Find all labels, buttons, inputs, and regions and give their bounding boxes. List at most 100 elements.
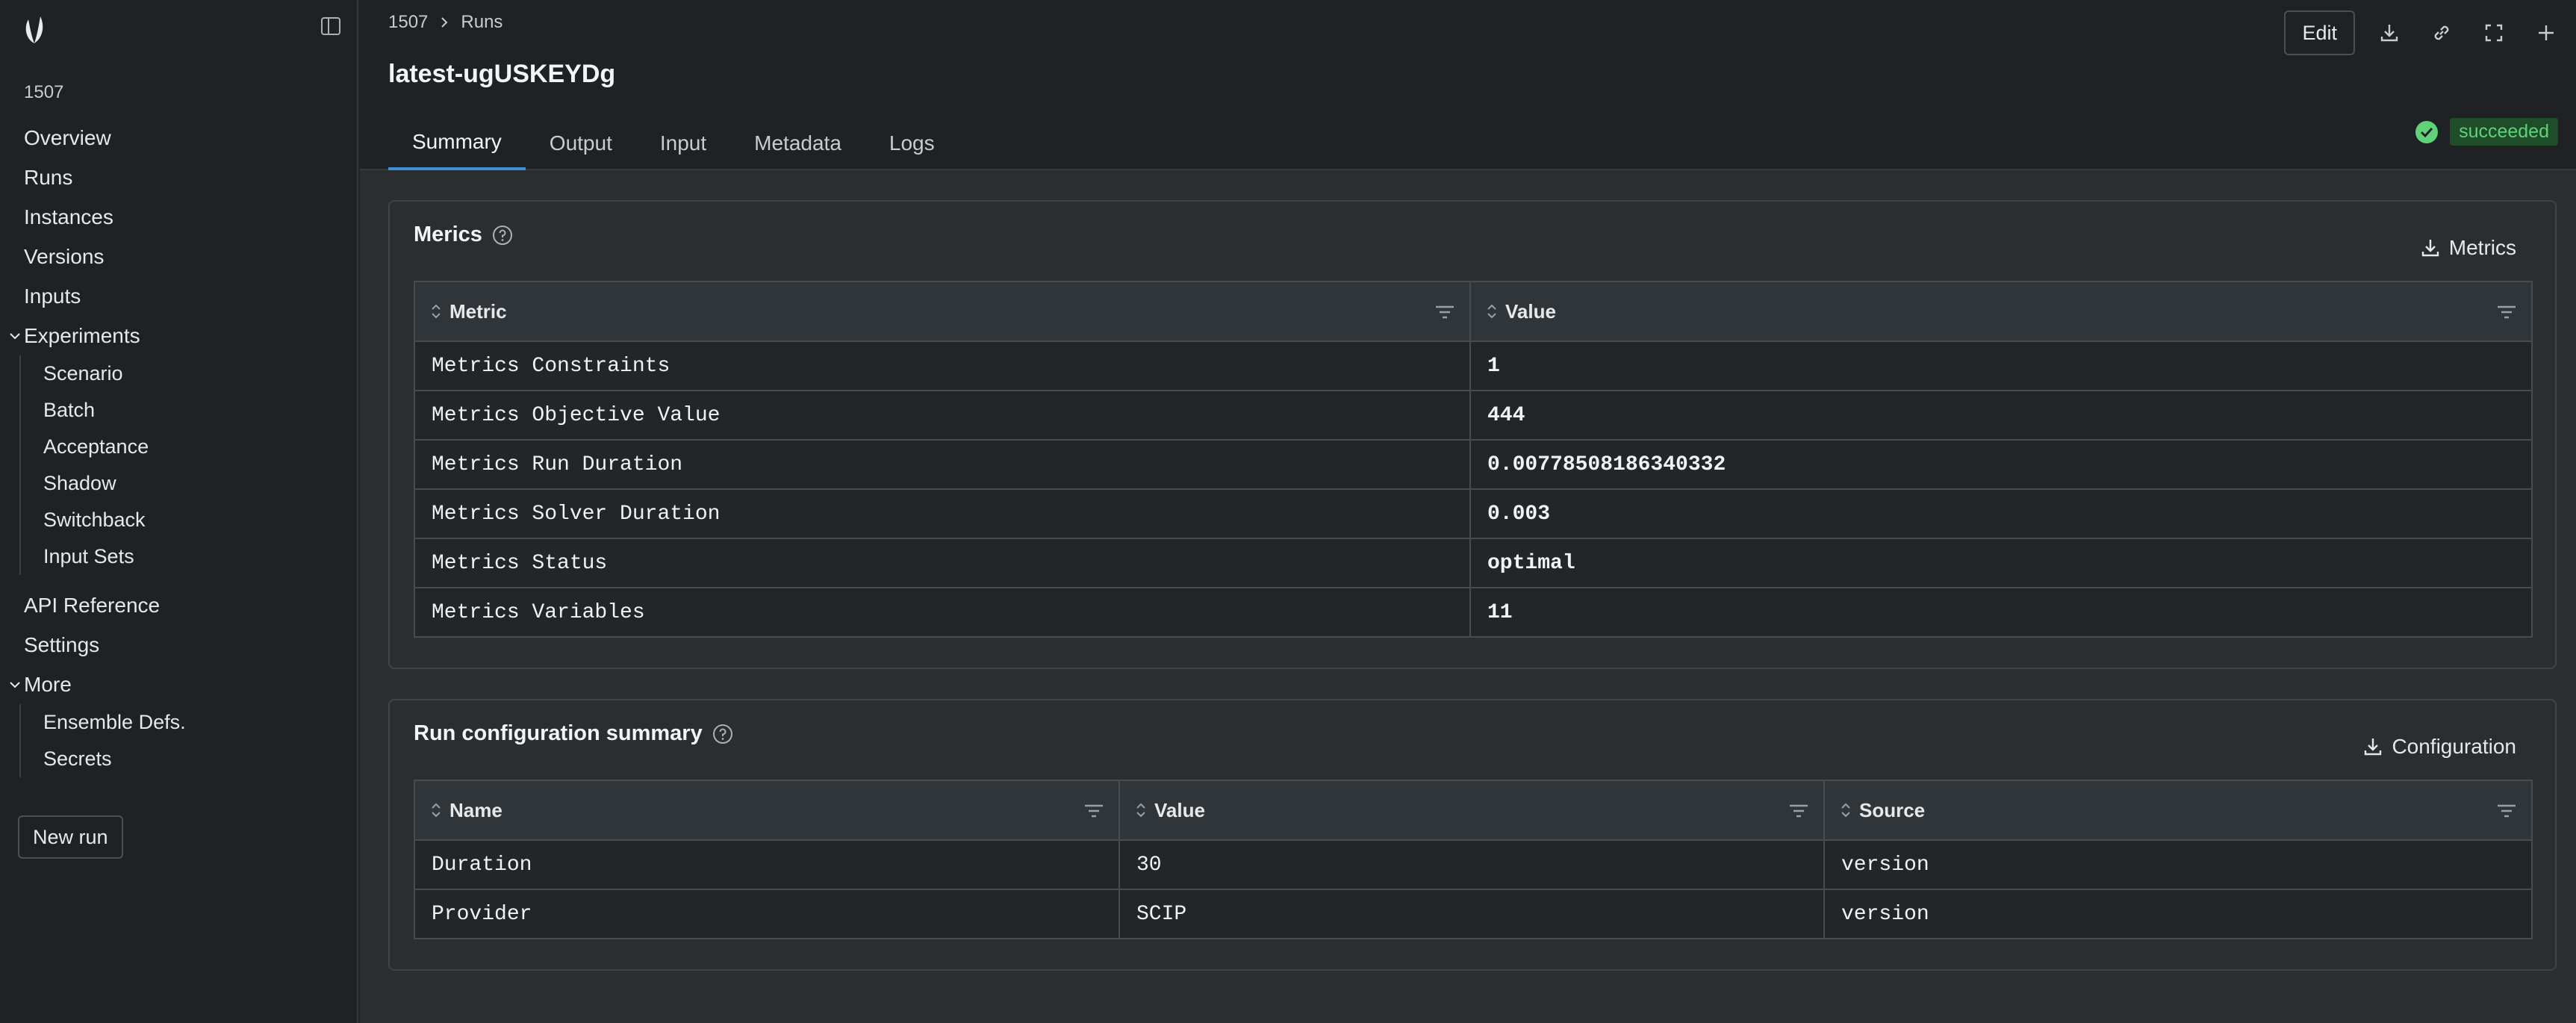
sidebar-item-input-sets[interactable]: Input Sets xyxy=(21,538,357,575)
sidebar-item-instances[interactable]: Instances xyxy=(0,197,357,237)
table-header-row: Name Value Source xyxy=(414,780,2533,841)
metric-value: optimal xyxy=(1469,538,2533,588)
column-header-value[interactable]: Value xyxy=(1469,281,2533,342)
chevron-down-icon xyxy=(10,332,20,339)
column-header-source[interactable]: Source xyxy=(1823,780,2533,841)
metric-name: Metrics Solver Duration xyxy=(414,488,1471,539)
help-icon[interactable] xyxy=(491,224,514,246)
header-actions: Edit xyxy=(2284,10,2564,55)
page-title: latest-ugUSKEYDg xyxy=(388,60,616,88)
table-row: Metrics Objective Value 444 xyxy=(414,390,2533,441)
sidebar-item-acceptance[interactable]: Acceptance xyxy=(21,429,357,465)
metrics-table: Metric Value Metrics Constraints 1 Metric… xyxy=(414,281,2533,638)
sidebar-item-runs[interactable]: Runs xyxy=(0,158,357,197)
metrics-title: Merics xyxy=(414,223,514,247)
sidebar-item-switchback[interactable]: Switchback xyxy=(21,502,357,538)
tab-logs[interactable]: Logs xyxy=(865,116,959,170)
breadcrumb-project[interactable]: 1507 xyxy=(388,12,428,33)
sidebar-item-scenario[interactable]: Scenario xyxy=(21,355,357,392)
column-label: Name xyxy=(449,798,503,821)
sidebar-item-overview[interactable]: Overview xyxy=(0,118,357,158)
main-content: 1507 Runs latest-ugUSKEYDg Summary Outpu… xyxy=(360,0,2576,1023)
new-run-button[interactable]: New run xyxy=(18,815,123,859)
metric-value: 444 xyxy=(1469,390,2533,441)
column-header-value[interactable]: Value xyxy=(1119,780,1825,841)
help-icon[interactable] xyxy=(712,723,734,745)
table-row: Metrics Run Duration 0.00778508186340332 xyxy=(414,439,2533,490)
config-source: version xyxy=(1823,889,2533,939)
download-configuration-button[interactable]: Configuration xyxy=(2362,735,2516,759)
table-row: Provider SCIP version xyxy=(414,889,2533,939)
sort-icon xyxy=(1487,304,1496,319)
download-icon[interactable] xyxy=(2371,15,2407,51)
metrics-panel: Merics Metrics Metric Value Metrics Cons… xyxy=(388,200,2557,669)
config-value: 30 xyxy=(1119,839,1825,890)
download-metrics-button[interactable]: Metrics xyxy=(2419,236,2516,260)
config-source: version xyxy=(1823,839,2533,890)
sort-icon xyxy=(1136,803,1145,818)
metric-name: Metrics Status xyxy=(414,538,1471,588)
sidebar-item-versions[interactable]: Versions xyxy=(0,237,357,276)
sidebar-group-label: Experiments xyxy=(24,323,140,347)
sidebar-submenu-more: Ensemble Defs. Secrets xyxy=(19,704,357,777)
metric-name: Metrics Constraints xyxy=(414,341,1471,391)
column-label: Value xyxy=(1154,798,1205,821)
filter-icon[interactable] xyxy=(2495,303,2518,321)
table-header-row: Metric Value xyxy=(414,281,2533,342)
metric-value: 11 xyxy=(1469,587,2533,638)
tab-bar: Summary Output Input Metadata Logs xyxy=(388,116,959,170)
metric-value: 0.00778508186340332 xyxy=(1469,439,2533,490)
table-row: Metrics Status optimal xyxy=(414,538,2533,588)
status-badge: succeeded xyxy=(2450,118,2558,146)
config-name: Provider xyxy=(414,889,1120,939)
sidebar-item-secrets[interactable]: Secrets xyxy=(21,741,357,777)
metric-name: Metrics Objective Value xyxy=(414,390,1471,441)
metric-value: 1 xyxy=(1469,341,2533,391)
download-icon xyxy=(2365,739,2382,756)
sidebar-group-more[interactable]: More xyxy=(0,665,357,704)
sidebar-collapse-icon[interactable] xyxy=(320,15,342,37)
column-label: Source xyxy=(1859,798,1926,821)
link-icon[interactable] xyxy=(2424,15,2460,51)
table-row: Duration 30 version xyxy=(414,839,2533,890)
sidebar-item-settings[interactable]: Settings xyxy=(0,625,357,665)
config-title: Run configuration summary xyxy=(414,721,734,746)
chevron-down-icon xyxy=(10,681,20,688)
filter-icon[interactable] xyxy=(1788,802,1810,820)
metrics-title-text: Merics xyxy=(414,223,482,246)
sidebar-item-inputs[interactable]: Inputs xyxy=(0,276,357,316)
download-label: Configuration xyxy=(2392,735,2516,758)
tab-input[interactable]: Input xyxy=(636,116,730,170)
breadcrumb-runs[interactable]: Runs xyxy=(461,12,503,33)
sidebar-item-batch[interactable]: Batch xyxy=(21,392,357,429)
metric-name: Metrics Variables xyxy=(414,587,1471,638)
project-id: 1507 xyxy=(24,82,64,102)
tab-metadata[interactable]: Metadata xyxy=(730,116,865,170)
sidebar-item-api-reference[interactable]: API Reference xyxy=(0,585,357,625)
configuration-table: Name Value Source Duration 30 version Prov… xyxy=(414,780,2533,939)
logo-icon[interactable] xyxy=(21,13,48,46)
filter-icon[interactable] xyxy=(1434,303,1456,321)
sidebar-group-label: More xyxy=(24,672,72,696)
sort-icon xyxy=(432,304,441,319)
sidebar-submenu-experiments: Scenario Batch Acceptance Shadow Switchb… xyxy=(19,355,357,575)
download-label: Metrics xyxy=(2448,236,2516,259)
column-label: Value xyxy=(1505,299,1556,323)
filter-icon[interactable] xyxy=(2495,802,2518,820)
sidebar-item-ensemble-defs[interactable]: Ensemble Defs. xyxy=(21,704,357,741)
column-header-metric[interactable]: Metric xyxy=(414,281,1471,342)
filter-icon[interactable] xyxy=(1083,802,1105,820)
plus-icon[interactable] xyxy=(2528,15,2564,51)
metric-value: 0.003 xyxy=(1469,488,2533,539)
sidebar-item-shadow[interactable]: Shadow xyxy=(21,465,357,502)
sidebar-group-experiments[interactable]: Experiments xyxy=(0,316,357,355)
config-value: SCIP xyxy=(1119,889,1825,939)
edit-button[interactable]: Edit xyxy=(2284,10,2355,55)
download-icon xyxy=(2421,240,2439,257)
tab-summary[interactable]: Summary xyxy=(388,116,526,170)
sort-icon xyxy=(1841,803,1850,818)
expand-icon[interactable] xyxy=(2476,15,2512,51)
column-header-name[interactable]: Name xyxy=(414,780,1120,841)
tab-output[interactable]: Output xyxy=(526,116,636,170)
column-label: Metric xyxy=(449,299,507,323)
